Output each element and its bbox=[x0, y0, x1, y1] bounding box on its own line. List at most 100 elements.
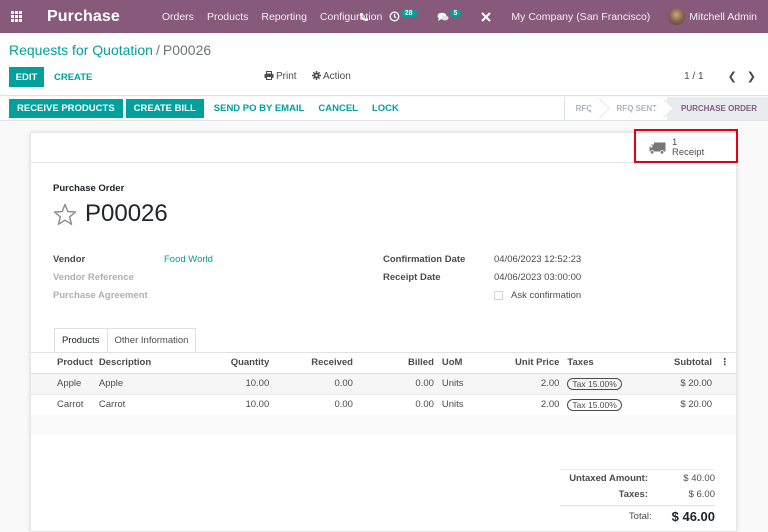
title-label: Purchase Order bbox=[53, 183, 125, 194]
receipt-label: Receipt bbox=[672, 147, 705, 158]
taxes-value: $ 6.00 bbox=[688, 489, 715, 500]
cell-billed: 0.00 bbox=[356, 373, 438, 395]
cell-product: Apple bbox=[31, 373, 97, 395]
action-label: Action bbox=[323, 71, 351, 82]
table-row[interactable]: Carrot Carrot 10.00 0.00 0.00 Units 2.00… bbox=[31, 394, 736, 416]
menu-orders[interactable]: Orders bbox=[162, 11, 194, 23]
vendor-link[interactable]: Food World bbox=[164, 254, 213, 265]
cell-empty bbox=[716, 373, 736, 395]
totals-summary: Untaxed Amount: $ 40.00 Taxes: $ 6.00 To… bbox=[560, 469, 715, 527]
confirmation-date-label: Confirmation Date bbox=[383, 254, 466, 265]
untaxed-amount-label: Untaxed Amount: bbox=[569, 472, 648, 484]
total-value: $ 46.00 bbox=[671, 509, 715, 524]
avatar[interactable] bbox=[668, 8, 686, 25]
lock-button[interactable]: LOCK bbox=[365, 99, 406, 118]
edit-button[interactable]: EDIT bbox=[9, 67, 44, 87]
activities-badge: 28 bbox=[400, 9, 417, 18]
menu-products[interactable]: Products bbox=[207, 11, 248, 23]
cell-unit-price: 2.00 bbox=[482, 373, 564, 395]
ask-confirmation-checkbox[interactable] bbox=[494, 291, 503, 300]
cell-taxes: Tax 15.00% bbox=[563, 394, 643, 416]
debug-tools-button[interactable] bbox=[481, 11, 492, 22]
cell-empty bbox=[716, 394, 736, 416]
col-subtotal[interactable]: Subtotal bbox=[642, 353, 717, 374]
messages-button[interactable]: 5 bbox=[437, 9, 462, 22]
kebab-icon: ⋮ bbox=[720, 357, 730, 369]
cell-quantity: 10.00 bbox=[186, 394, 274, 416]
taxes-row: Taxes: $ 6.00 bbox=[560, 486, 715, 503]
pager-value[interactable]: 1 / 1 bbox=[684, 71, 703, 82]
user-menu[interactable]: Mitchell Admin bbox=[689, 11, 757, 23]
chevron-left-icon: ❮ bbox=[727, 71, 737, 83]
chevron-right-icon: ❯ bbox=[746, 71, 756, 83]
vendor-reference-label: Vendor Reference bbox=[53, 272, 134, 283]
create-button[interactable]: CREATE bbox=[54, 67, 92, 87]
vendor-label: Vendor bbox=[53, 254, 86, 265]
tax-tag: Tax 15.00% bbox=[567, 377, 622, 390]
table-header-row: Product Description Quantity Received Bi… bbox=[31, 353, 736, 374]
pager-previous-button[interactable]: ❮ bbox=[728, 70, 737, 83]
chat-icon bbox=[437, 12, 449, 21]
company-switcher[interactable]: My Company (San Francisco) bbox=[511, 11, 650, 23]
menu-reporting[interactable]: Reporting bbox=[261, 11, 307, 23]
receipt-date-label: Receipt Date bbox=[383, 272, 441, 283]
col-taxes[interactable]: Taxes bbox=[563, 353, 643, 374]
col-quantity[interactable]: Quantity bbox=[186, 353, 274, 374]
star-icon[interactable] bbox=[53, 203, 77, 226]
col-product[interactable]: Product bbox=[31, 353, 97, 374]
untaxed-amount-row: Untaxed Amount: $ 40.00 bbox=[560, 469, 715, 486]
close-tools-icon bbox=[481, 11, 492, 22]
breadcrumb: Requests for Quotation / P00026 bbox=[9, 42, 211, 58]
breadcrumb-parent[interactable]: Requests for Quotation bbox=[9, 42, 153, 58]
print-button[interactable]: Print bbox=[264, 71, 297, 82]
status-bar: RECEIVE PRODUCTS CREATE BILL SEND PO BY … bbox=[0, 97, 768, 121]
stage-rfq-sent[interactable]: RFQ SENT bbox=[603, 97, 667, 120]
control-panel: Requests for Quotation / P00026 EDIT CREAT… bbox=[0, 33, 768, 96]
create-bill-button[interactable]: CREATE BILL bbox=[125, 99, 204, 118]
tab-other-information[interactable]: Other Information bbox=[107, 328, 197, 352]
receipt-date-value: 04/06/2023 03:00:00 bbox=[494, 272, 582, 283]
optional-columns-toggle[interactable]: ⋮ bbox=[716, 353, 736, 374]
col-billed[interactable]: Billed bbox=[356, 353, 438, 374]
col-description[interactable]: Description bbox=[96, 353, 187, 374]
purchase-agreement-label: Purchase Agreement bbox=[53, 290, 148, 301]
cell-received: 0.00 bbox=[273, 394, 357, 416]
tab-products[interactable]: Products bbox=[54, 328, 108, 352]
stage-rfq[interactable]: RFQ bbox=[565, 97, 603, 120]
col-received[interactable]: Received bbox=[273, 353, 357, 374]
tax-tag: Tax 15.00% bbox=[567, 398, 622, 411]
total-row: Total: $ 46.00 bbox=[560, 505, 715, 527]
phone-button[interactable] bbox=[359, 12, 369, 22]
action-button[interactable]: Action bbox=[312, 71, 351, 82]
stage-purchase-order[interactable]: PURCHASE ORDER bbox=[666, 97, 768, 120]
gear-icon bbox=[312, 71, 321, 80]
breadcrumb-separator: / bbox=[155, 42, 160, 58]
truck-icon bbox=[649, 142, 666, 154]
col-uom[interactable]: UoM bbox=[437, 353, 483, 374]
stage-pipeline: RFQ RFQ SENT PURCHASE ORDER bbox=[563, 97, 768, 120]
ask-confirmation-label: Ask confirmation bbox=[511, 290, 582, 301]
cell-quantity: 10.00 bbox=[186, 373, 274, 395]
cell-subtotal: $ 20.00 bbox=[642, 373, 717, 395]
cell-billed: 0.00 bbox=[356, 394, 438, 416]
cell-taxes: Tax 15.00% bbox=[563, 373, 643, 395]
apps-grid-icon bbox=[10, 11, 22, 22]
cell-description: Carrot bbox=[96, 394, 187, 416]
purchase-order-name: P00026 bbox=[85, 200, 168, 227]
breadcrumb-current: P00026 bbox=[162, 42, 212, 58]
cell-received: 0.00 bbox=[273, 373, 357, 395]
col-unit-price[interactable]: Unit Price bbox=[482, 353, 564, 374]
activities-button[interactable]: 28 bbox=[389, 9, 417, 22]
apps-menu-button[interactable] bbox=[0, 0, 32, 33]
confirmation-date-value: 04/06/2023 12:52:23 bbox=[494, 254, 582, 265]
table-row[interactable]: Apple Apple 10.00 0.00 0.00 Units 2.00 T… bbox=[31, 373, 736, 395]
cancel-button[interactable]: CANCEL bbox=[311, 99, 365, 118]
print-label: Print bbox=[276, 71, 297, 82]
total-label: Total: bbox=[628, 511, 652, 522]
app-name[interactable]: Purchase bbox=[47, 8, 120, 26]
send-po-by-email-button[interactable]: SEND PO BY EMAIL bbox=[207, 99, 312, 118]
receipt-smart-button[interactable]: 1 Receipt bbox=[634, 133, 736, 163]
pager-next-button[interactable]: ❯ bbox=[747, 70, 756, 83]
smart-button-box: 1 Receipt bbox=[31, 133, 736, 163]
receive-products-button[interactable]: RECEIVE PRODUCTS bbox=[9, 99, 123, 118]
